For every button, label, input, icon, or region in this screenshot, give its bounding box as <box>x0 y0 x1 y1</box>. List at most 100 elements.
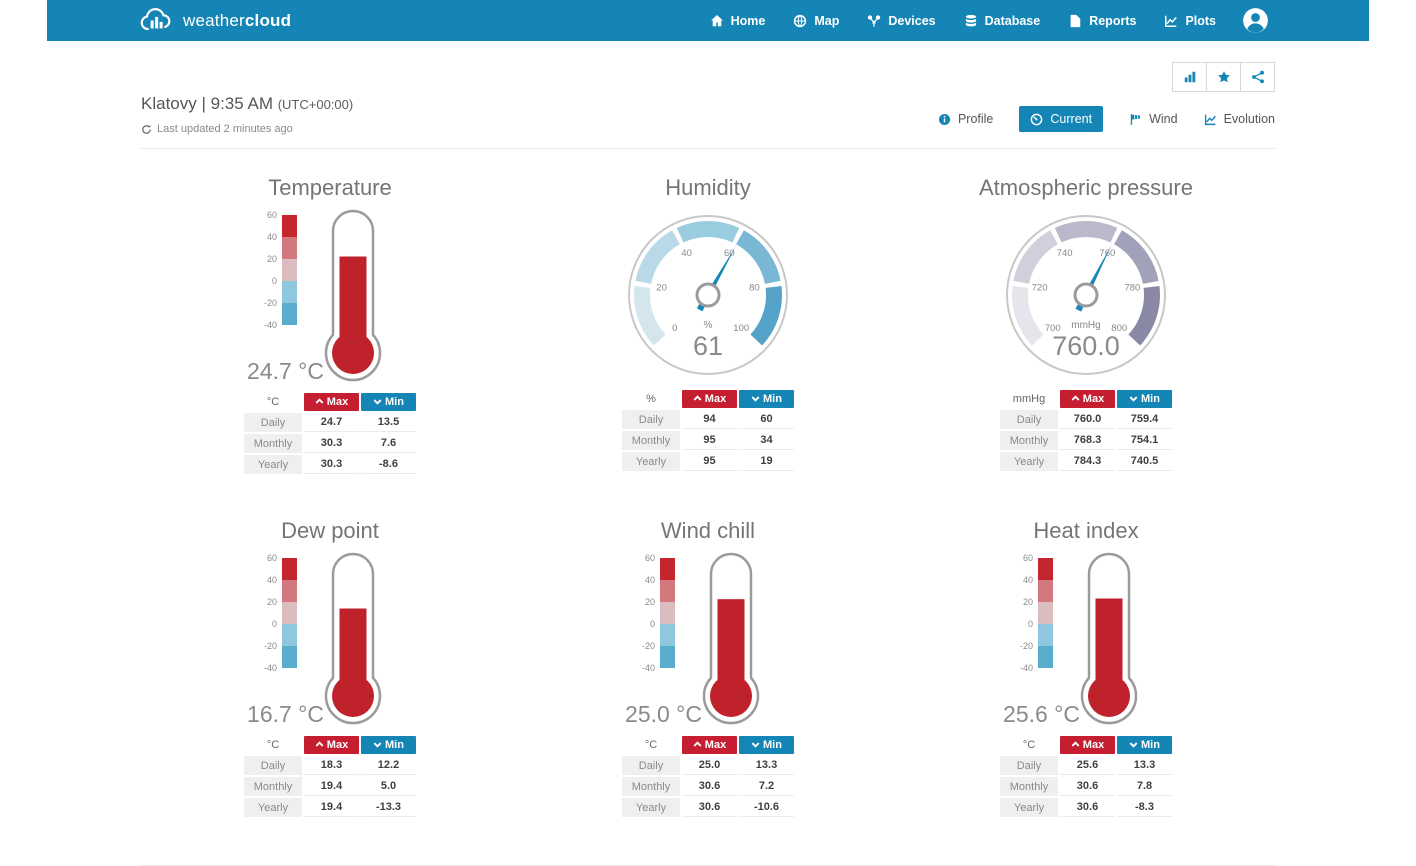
min-value: 13.5 <box>361 413 416 432</box>
panel-heat-index: Heat index 6040200-20-4025.6 °C °C Max M… <box>897 492 1275 819</box>
table-row: Monthly30.67.8 <box>1000 777 1172 796</box>
avatar[interactable] <box>1242 7 1269 34</box>
min-value: 7.8 <box>1117 777 1172 796</box>
min-value: 754.1 <box>1117 431 1172 450</box>
row-label: Monthly <box>244 777 302 796</box>
panel-title: Atmospheric pressure <box>897 175 1275 201</box>
max-value: 25.6 <box>1060 756 1115 775</box>
station-name-time: Klatovy | 9:35 AM <box>141 94 273 113</box>
unit-label: °C <box>244 393 302 411</box>
refresh-icon[interactable] <box>141 124 152 135</box>
min-header: Min <box>361 736 416 754</box>
max-value: 24.7 <box>304 413 359 432</box>
max-value: 768.3 <box>1060 431 1115 450</box>
star-icon <box>1217 70 1231 84</box>
tab-label: Wind <box>1149 112 1177 126</box>
nav-item-map[interactable]: Map <box>793 14 839 28</box>
max-value: 18.3 <box>304 756 359 775</box>
tab-current[interactable]: Current <box>1019 106 1103 132</box>
row-label: Yearly <box>622 452 680 471</box>
svg-text:20: 20 <box>1023 597 1033 607</box>
max-value: 30.3 <box>304 434 359 453</box>
row-label: Monthly <box>622 777 680 796</box>
row-label: Yearly <box>244 455 302 474</box>
table-row: Yearly9519 <box>622 452 794 471</box>
row-label: Yearly <box>244 798 302 817</box>
star-button[interactable] <box>1206 62 1241 92</box>
max-header: Max <box>1060 736 1115 754</box>
nav-item-reports[interactable]: Reports <box>1068 14 1136 28</box>
max-value: 784.3 <box>1060 452 1115 471</box>
nav-item-label: Map <box>814 14 839 28</box>
max-header: Max <box>304 736 359 754</box>
stats-table: °C Max Min Daily24.713.5Monthly30.37.6Ye… <box>242 391 418 476</box>
table-row: Daily9460 <box>622 410 794 429</box>
row-label: Monthly <box>1000 777 1058 796</box>
unit-label: °C <box>622 736 680 754</box>
row-label: Daily <box>622 756 680 775</box>
table-row: Monthly9534 <box>622 431 794 450</box>
row-label: Yearly <box>622 798 680 817</box>
main-content: Klatovy | 9:35 AM (UTC+00:00) Last updat… <box>141 62 1275 866</box>
svg-text:40: 40 <box>267 232 277 242</box>
unit-label: °C <box>1000 736 1058 754</box>
bar-chart-button[interactable] <box>1172 62 1207 92</box>
svg-text:-40: -40 <box>1020 663 1033 673</box>
map-icon <box>793 14 807 28</box>
gauge: 6040200-20-4024.7 °C <box>141 203 519 391</box>
table-row: Daily18.312.2 <box>244 756 416 775</box>
nav-item-home[interactable]: Home <box>710 14 766 28</box>
panel-title: Heat index <box>897 518 1275 544</box>
panel-title: Temperature <box>141 175 519 201</box>
max-value: 30.6 <box>1060 798 1115 817</box>
max-value: 30.6 <box>682 777 737 796</box>
min-header: Min <box>1117 736 1172 754</box>
brand-logo[interactable]: weathercloud <box>137 7 291 34</box>
stats-table: °C Max Min Daily25.013.3Monthly30.67.2Ye… <box>620 734 796 819</box>
max-header: Max <box>304 393 359 411</box>
evolution-icon <box>1204 113 1217 126</box>
station-info: Klatovy | 9:35 AM (UTC+00:00) Last updat… <box>141 92 353 135</box>
svg-text:100: 100 <box>733 323 749 334</box>
max-value: 94 <box>682 410 737 429</box>
svg-text:40: 40 <box>645 575 655 585</box>
nav-item-plots[interactable]: Plots <box>1164 14 1216 28</box>
min-header: Min <box>361 393 416 411</box>
gauge-icon <box>1030 113 1043 126</box>
gauge: 700720740760780800mmHg760.0 <box>897 203 1275 388</box>
svg-text:-40: -40 <box>264 663 277 673</box>
tab-wind[interactable]: Wind <box>1129 112 1177 126</box>
share-button[interactable] <box>1240 62 1275 92</box>
plots-icon <box>1164 14 1178 28</box>
svg-text:25.0 °C: 25.0 °C <box>625 701 702 727</box>
svg-text:16.7 °C: 16.7 °C <box>247 701 324 727</box>
min-value: 5.0 <box>361 777 416 796</box>
max-value: 19.4 <box>304 777 359 796</box>
stats-table: °C Max Min Daily18.312.2 Monthly19.45.0 Ye… <box>242 734 418 819</box>
chevron-down-icon <box>1129 393 1141 405</box>
max-header: Max <box>682 736 737 754</box>
max-value: 30.6 <box>682 798 737 817</box>
nav-item-devices[interactable]: Devices <box>867 14 935 28</box>
panel-title: Humidity <box>519 175 897 201</box>
stats-table: mmHg Max Min Daily760.0759.4Monthly768.3… <box>998 388 1174 473</box>
panel-temperature: Temperature 6040200-20-4024.7 °C °C Max … <box>141 149 519 476</box>
nav-item-label: Database <box>985 14 1041 28</box>
min-header: Min <box>739 390 794 408</box>
tab-evolution[interactable]: Evolution <box>1204 112 1275 126</box>
nav-item-database[interactable]: Database <box>964 14 1041 28</box>
tab-profile[interactable]: Profile <box>938 112 993 126</box>
unit-label: °C <box>244 736 302 754</box>
max-value: 95 <box>682 431 737 450</box>
svg-text:-20: -20 <box>264 641 277 651</box>
chevron-up-icon <box>693 739 705 751</box>
chevron-up-icon <box>693 393 705 405</box>
nav-item-label: Reports <box>1089 14 1136 28</box>
max-value: 25.0 <box>682 756 737 775</box>
max-value: 19.4 <box>304 798 359 817</box>
row-label: Daily <box>622 410 680 429</box>
info-icon <box>938 113 951 126</box>
svg-text:-20: -20 <box>1020 641 1033 651</box>
svg-text:20: 20 <box>267 254 277 264</box>
svg-text:60: 60 <box>267 553 277 563</box>
